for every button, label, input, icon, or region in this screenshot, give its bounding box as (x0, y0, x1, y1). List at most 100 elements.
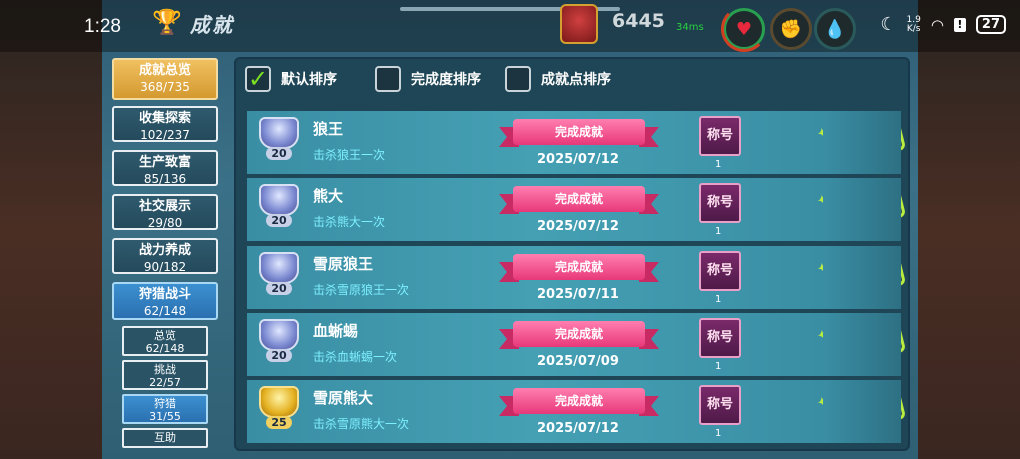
subtab-challenge[interactable]: 挑战 22/57 (122, 360, 208, 390)
achievement-name: 熊大 (313, 187, 344, 205)
trophy-icon: 🏆 (152, 8, 182, 36)
title-reward-icon[interactable]: 称号 (699, 251, 741, 291)
completed-ribbon: 完成成就 (499, 321, 659, 351)
subtab-count: 22/57 (149, 376, 181, 389)
title-reward-count: 1 (715, 226, 722, 237)
sidebar-item-production[interactable]: 生产致富 85/136 (112, 150, 218, 186)
sidebar-item-label: 生产致富 (138, 155, 191, 170)
sidebar-item-label: 战力养成 (138, 243, 191, 258)
achievement-name: 雪原狼王 (313, 255, 374, 273)
completed-ribbon-label: 完成成就 (513, 254, 645, 280)
completed-ribbon: 完成成就 (499, 186, 659, 216)
alert-icon: ! (953, 17, 966, 32)
sort-default-checkbox[interactable]: ✓ (245, 65, 271, 93)
completed-ribbon: 完成成就 (499, 388, 659, 418)
achievement-name: 血蜥蜴 (313, 322, 359, 340)
achievement-row-tail (823, 178, 901, 241)
sidebar-item-collect-explore[interactable]: 收集探索 102/237 (112, 106, 218, 142)
sidebar-item-count: 102/237 (140, 128, 190, 142)
sidebar-item-count: 62/148 (143, 304, 187, 318)
title-reward-icon[interactable]: 称号 (699, 318, 741, 358)
subtab-label: 挑战 (154, 363, 176, 376)
sort-points-option[interactable]: 成就点排序 (505, 66, 611, 92)
achievement-description: 击杀熊大一次 (313, 215, 386, 229)
status-clock: 1:28 (84, 16, 121, 37)
achievement-points-value: 6445 (612, 10, 665, 32)
sort-completion-checkbox[interactable] (375, 66, 401, 92)
right-frame (918, 0, 1020, 459)
title-reward-count: 1 (715, 361, 722, 372)
sort-points-label: 成就点排序 (541, 72, 611, 88)
achievement-description: 击杀血蜥蜴一次 (313, 350, 398, 364)
achievement-description: 击杀雪原狼王一次 (313, 283, 410, 297)
sidebar-item-label: 成就总览 (138, 63, 191, 78)
achievement-row[interactable]: 20狼王击杀狼王一次完成成就2025/07/12称号1✦◎◎已领取 (247, 111, 907, 174)
achievement-row[interactable]: 25雪原熊大击杀雪原熊大一次完成成就2025/07/12称号1✦◎◎已领取 (247, 380, 907, 443)
subtab-label: 狩猎 (154, 397, 176, 410)
moon-icon: ☾ (880, 14, 897, 35)
subtab-assist[interactable]: 互助 (122, 428, 208, 448)
achievement-points-badge-icon (560, 4, 598, 44)
completed-ribbon: 完成成就 (499, 254, 659, 284)
title-reward-count: 1 (715, 159, 722, 170)
title-reward-icon[interactable]: 称号 (699, 116, 741, 156)
trophy-medal-icon: 20 (259, 117, 299, 167)
achievement-row-tail (823, 313, 901, 376)
achievement-row[interactable]: 20熊大击杀熊大一次完成成就2025/07/12称号1✦◎◎已领取 (247, 178, 907, 241)
ping-indicator: 34ms (676, 22, 704, 33)
sidebar-item-combat-power[interactable]: 战力养成 90/182 (112, 238, 218, 274)
sort-default-option[interactable]: ✓ 默认排序 (245, 65, 337, 93)
achievement-description: 击杀狼王一次 (313, 148, 386, 162)
achievement-points: 20 (266, 282, 292, 295)
achievement-points: 20 (266, 349, 292, 362)
battery-icon: 27 (975, 15, 1006, 34)
achievement-row[interactable]: 20血蜥蜴击杀血蜥蜴一次完成成就2025/07/09称号1✦◎◎已领取 (247, 313, 907, 376)
sort-default-label: 默认排序 (281, 72, 337, 88)
left-frame (0, 0, 102, 459)
achievement-row-tail (823, 111, 901, 174)
page-title: 成就 (190, 13, 234, 37)
sidebar-item-hunting-combat[interactable]: 狩猎战斗 62/148 (112, 282, 218, 320)
title-reward-icon[interactable]: 称号 (699, 385, 741, 425)
achievement-row[interactable]: 20雪原狼王击杀雪原狼王一次完成成就2025/07/11称号1✦◎◎已领取 (247, 246, 907, 309)
achievement-date: 2025/07/11 (537, 287, 619, 302)
sidebar-item-count: 90/182 (143, 260, 187, 274)
subtab-label: 总览 (154, 329, 176, 342)
wifi-icon: ◠ (930, 15, 944, 34)
subtab-hunting[interactable]: 狩猎 31/55 (122, 394, 208, 424)
achievement-date: 2025/07/12 (537, 421, 619, 436)
sort-bar: ✓ 默认排序 完成度排序 成就点排序 (240, 62, 904, 102)
sidebar-item-label: 社交展示 (138, 199, 191, 214)
sidebar-item-overview[interactable]: 成就总览 368/735 (112, 58, 218, 100)
sort-points-checkbox[interactable] (505, 66, 531, 92)
trophy-medal-icon: 20 (259, 319, 299, 369)
achievement-date: 2025/07/12 (537, 152, 619, 167)
water-drop-icon[interactable]: 💧 (814, 8, 856, 50)
subtab-overview[interactable]: 总览 62/148 (122, 326, 208, 356)
sidebar-item-count: 85/136 (143, 172, 187, 186)
sort-completion-label: 完成度排序 (411, 72, 481, 88)
completed-ribbon: 完成成就 (499, 119, 659, 149)
trophy-medal-icon: 25 (259, 386, 299, 436)
trophy-medal-icon: 20 (259, 252, 299, 302)
subtab-count: 62/148 (145, 342, 185, 355)
stamina-arm-icon[interactable]: ✊ (770, 8, 812, 50)
achievement-date: 2025/07/12 (537, 219, 619, 234)
completed-ribbon-label: 完成成就 (513, 388, 645, 414)
trophy-medal-icon: 20 (259, 184, 299, 234)
status-icons: ☾ 1.9 K/s ◠ ! 27 (880, 14, 1006, 35)
sidebar-item-label: 收集探索 (138, 111, 191, 126)
subtab-label: 互助 (154, 431, 176, 444)
completed-ribbon-label: 完成成就 (513, 321, 645, 347)
network-speed-unit: K/s (906, 23, 921, 34)
title-reward-count: 1 (715, 294, 722, 305)
network-speed: 1.9 K/s (906, 15, 921, 34)
achievement-name: 狼王 (313, 120, 344, 138)
sidebar-item-social[interactable]: 社交展示 29/80 (112, 194, 218, 230)
sort-completion-option[interactable]: 完成度排序 (375, 66, 481, 92)
title-reward-icon[interactable]: 称号 (699, 183, 741, 223)
health-heart-icon[interactable]: ♥ (721, 6, 767, 52)
title-reward-count: 1 (715, 428, 722, 439)
completed-ribbon-label: 完成成就 (513, 186, 645, 212)
achievement-points: 25 (266, 416, 292, 429)
